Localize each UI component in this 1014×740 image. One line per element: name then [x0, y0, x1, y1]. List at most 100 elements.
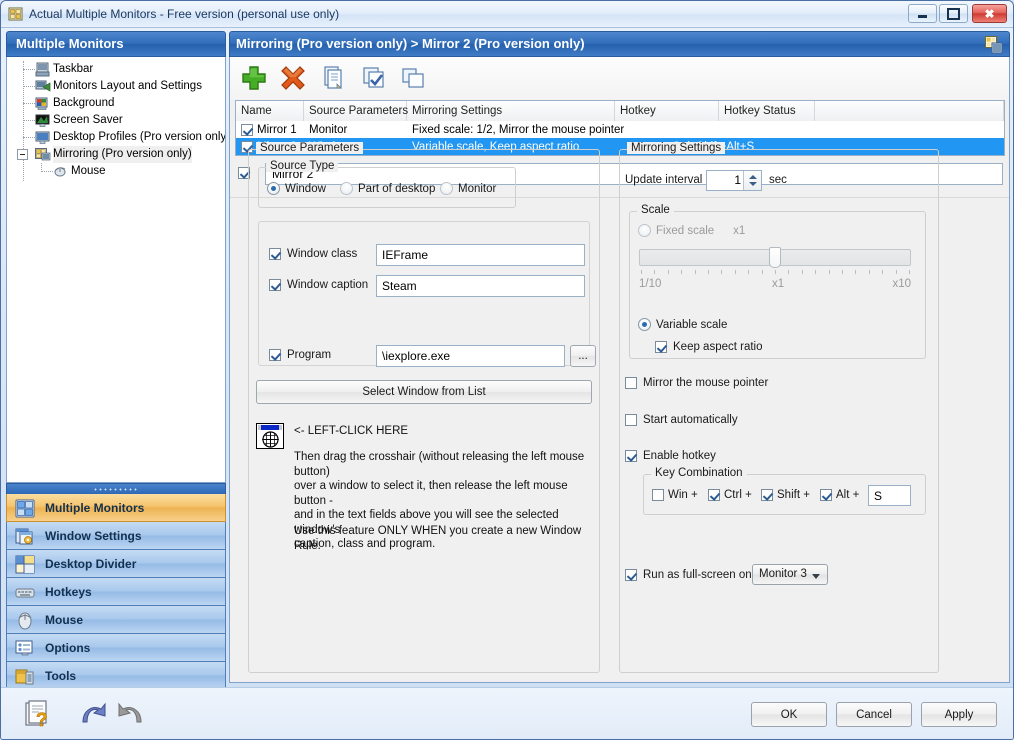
tree-item-background[interactable]: Background — [7, 95, 225, 112]
collapse-expander[interactable] — [17, 149, 28, 160]
window-caption-checkbox-row[interactable]: Window caption — [269, 279, 368, 291]
checkbox-keep-aspect-ratio[interactable]: Keep aspect ratio — [655, 341, 763, 353]
cell-name: Mirror 1 — [257, 124, 297, 136]
checkbox-mirror-mouse-pointer[interactable]: Mirror the mouse pointer — [625, 377, 768, 389]
radio-fixed-scale[interactable]: Fixed scale x1 — [638, 224, 745, 237]
radio-label: Window — [285, 183, 326, 195]
radio-part-of-desktop[interactable]: Part of desktop — [340, 182, 435, 195]
enable-hotkey-checkbox[interactable] — [625, 450, 637, 462]
alt-checkbox[interactable] — [820, 489, 832, 501]
tree-item-label: Desktop Profiles (Pro version only) — [53, 129, 226, 146]
stepper-up-icon[interactable] — [749, 175, 757, 179]
update-interval-stepper[interactable]: 1 — [706, 170, 762, 191]
column-header-name[interactable]: Name — [236, 101, 304, 121]
tree-item-taskbar[interactable]: Taskbar — [7, 61, 225, 78]
checkbox-shift-key[interactable]: Shift + — [761, 489, 810, 501]
redo-icon[interactable] — [115, 700, 145, 728]
window-class-checkbox-row[interactable]: Window class — [269, 248, 357, 260]
tree-item-screen-saver[interactable]: Screen Saver — [7, 112, 225, 129]
minimize-button[interactable] — [908, 4, 937, 23]
nav-item-label: Tools — [45, 669, 76, 683]
slider-thumb[interactable] — [769, 247, 781, 268]
apply-button[interactable]: Apply — [921, 702, 997, 727]
column-header-source[interactable]: Source Parameters — [304, 101, 407, 121]
window-caption-checkbox[interactable] — [269, 279, 281, 291]
program-browse-button[interactable]: ... — [570, 345, 596, 367]
cancel-button[interactable]: Cancel — [836, 702, 912, 727]
column-header-hotkey[interactable]: Hotkey — [615, 101, 719, 121]
column-header-blank[interactable] — [815, 101, 1004, 121]
stepper-buttons[interactable] — [743, 171, 761, 190]
tree-item-monitors-layout[interactable]: Monitors Layout and Settings — [7, 78, 225, 95]
table-row[interactable]: Mirror 1 Monitor Fixed scale: 1/2, Mirro… — [236, 121, 1004, 138]
checkbox-run-fullscreen[interactable]: Run as full-screen on — [625, 569, 752, 581]
mouse-icon — [15, 611, 35, 630]
tree-item-desktop-profiles[interactable]: Desktop Profiles (Pro version only) — [7, 129, 225, 146]
desktop-profiles-icon — [35, 130, 51, 145]
ctrl-checkbox[interactable] — [708, 489, 720, 501]
nav-item-hotkeys[interactable]: Hotkeys — [6, 578, 226, 606]
fullscreen-checkbox[interactable] — [625, 569, 637, 581]
nav-item-mouse[interactable]: Mouse — [6, 606, 226, 634]
crosshair-icon[interactable] — [256, 423, 284, 449]
checkbox-start-automatically[interactable]: Start automatically — [625, 414, 738, 426]
right-panel-body: Name Source Parameters Mirroring Setting… — [229, 57, 1010, 683]
mirror-pointer-checkbox[interactable] — [625, 377, 637, 389]
checkbox-enable-hotkey[interactable]: Enable hotkey — [625, 450, 716, 462]
column-header-hotkey-status[interactable]: Hotkey Status — [719, 101, 815, 121]
checkbox-alt-key[interactable]: Alt + — [820, 489, 859, 501]
nav-item-label: Mouse — [45, 613, 83, 627]
program-checkbox-row[interactable]: Program — [269, 349, 331, 361]
slider-min-label: 1/10 — [639, 278, 661, 290]
fixed-scale-label: Fixed scale — [656, 225, 714, 237]
variable-scale-label: Variable scale — [656, 319, 727, 331]
program-checkbox[interactable] — [269, 349, 281, 361]
window-fields-panel: Window class IEFrame Window caption Stea… — [258, 221, 590, 366]
delete-button[interactable] — [277, 62, 311, 94]
tree-item-mirroring[interactable]: Mirroring (Pro version only) — [7, 146, 225, 163]
options-icon — [15, 639, 35, 658]
monitor-dropdown[interactable]: Monitor 3 — [752, 564, 828, 585]
ok-button[interactable]: OK — [751, 702, 827, 727]
copy-button[interactable] — [319, 62, 353, 94]
nav-item-window-settings[interactable]: Window Settings — [6, 522, 226, 550]
tree-item-label: Monitors Layout and Settings — [53, 78, 202, 95]
shift-checkbox[interactable] — [761, 489, 773, 501]
nav-item-tools[interactable]: Tools — [6, 662, 226, 690]
window-class-input[interactable]: IEFrame — [376, 244, 585, 266]
settings-tree[interactable]: Taskbar Monitors Layout and Settings — [6, 57, 226, 483]
checkbox-win-key[interactable]: Win + — [652, 489, 698, 501]
breadcrumb: Mirroring (Pro version only) > Mirror 2 … — [236, 36, 585, 51]
nav-item-label: Options — [45, 641, 90, 655]
undo-icon[interactable] — [79, 700, 109, 728]
radio-window[interactable]: Window — [267, 182, 326, 195]
hotkey-key-input[interactable]: S — [868, 485, 911, 506]
monitor-dropdown-value: Monitor 3 — [759, 568, 807, 580]
check-all-button[interactable] — [358, 62, 392, 94]
select-window-from-list-button[interactable]: Select Window from List — [256, 380, 592, 404]
checkbox-ctrl-key[interactable]: Ctrl + — [708, 489, 752, 501]
keep-aspect-checkbox[interactable] — [655, 341, 667, 353]
radio-monitor[interactable]: Monitor — [440, 182, 496, 195]
start-automatically-checkbox[interactable] — [625, 414, 637, 426]
win-checkbox[interactable] — [652, 489, 664, 501]
nav-item-multiple-monitors[interactable]: Multiple Monitors — [6, 494, 226, 522]
row-checkbox[interactable] — [241, 124, 253, 136]
add-button[interactable] — [238, 62, 272, 94]
tree-item-mouse[interactable]: Mouse — [7, 163, 225, 180]
program-input[interactable]: \iexplore.exe — [376, 345, 565, 367]
enable-hotkey-label: Enable hotkey — [643, 450, 716, 462]
nav-item-options[interactable]: Options — [6, 634, 226, 662]
maximize-button[interactable] — [939, 4, 968, 23]
column-header-settings[interactable]: Mirroring Settings — [407, 101, 615, 121]
stepper-down-icon[interactable] — [749, 182, 757, 186]
radio-variable-scale[interactable]: Variable scale — [638, 318, 727, 331]
window-caption-input[interactable]: Steam — [376, 275, 585, 297]
help-icon[interactable]: ? — [23, 700, 53, 728]
nav-item-desktop-divider[interactable]: Desktop Divider — [6, 550, 226, 578]
duplicate-button[interactable] — [397, 62, 431, 94]
slider-mid-label: x1 — [772, 278, 784, 290]
close-button[interactable]: ✖ — [972, 4, 1007, 23]
nav-splitter[interactable] — [6, 483, 226, 494]
window-class-checkbox[interactable] — [269, 248, 281, 260]
